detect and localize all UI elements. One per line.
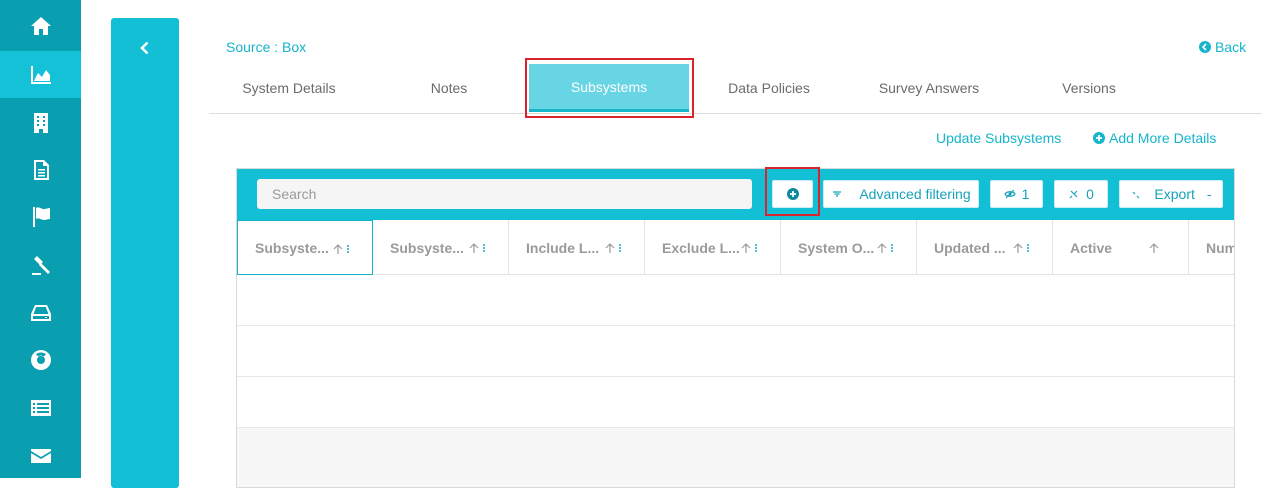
table-row <box>237 377 1234 428</box>
column-header-label: Include L... <box>526 239 600 256</box>
lifebuoy-icon <box>30 349 51 370</box>
back-link[interactable]: Back <box>1199 39 1246 55</box>
collapse-panel <box>111 18 179 488</box>
hidden-columns-count: 1 <box>1021 186 1030 202</box>
update-subsystems-link[interactable]: Update Subsystems <box>936 130 1061 146</box>
add-more-details-link[interactable]: Add More Details <box>1093 130 1216 146</box>
arrow-circle-left-icon <box>1199 41 1211 53</box>
column-header-system-owner[interactable]: System O... <box>781 220 917 275</box>
add-row-button[interactable] <box>772 180 813 208</box>
sort-arrow-icon[interactable] <box>1148 242 1170 254</box>
grid-empty-area <box>237 428 1234 487</box>
chevron-left-icon[interactable] <box>137 40 153 56</box>
tab-data-policies[interactable]: Data Policies <box>689 64 849 112</box>
sort-arrow-icon[interactable] <box>332 243 354 255</box>
sort-arrow-icon[interactable] <box>1012 242 1034 254</box>
plus-circle-icon <box>786 188 799 200</box>
column-header-number[interactable]: Num <box>1189 220 1235 275</box>
add-more-details-label: Add More Details <box>1109 130 1217 146</box>
table-row <box>237 275 1234 326</box>
export-label: Export <box>1154 186 1195 202</box>
column-header-updated[interactable]: Updated ... <box>917 220 1053 275</box>
eye-slash-icon <box>1003 189 1016 199</box>
sort-arrow-icon[interactable] <box>468 242 490 254</box>
list-icon <box>30 399 51 416</box>
gavel-icon <box>31 255 50 275</box>
tab-subsystems[interactable]: Subsystems <box>529 64 689 112</box>
table-row <box>237 326 1234 377</box>
nav-messages[interactable] <box>0 432 81 479</box>
tab-bar: System Details Notes Subsystems Data Pol… <box>209 64 1262 114</box>
area-chart-icon <box>30 65 51 84</box>
tab-system-details[interactable]: System Details <box>209 64 369 112</box>
sort-arrow-icon[interactable] <box>876 242 898 254</box>
advanced-filtering-label: Advanced filtering <box>859 186 971 202</box>
nav-lists[interactable] <box>0 384 81 431</box>
subsystems-grid: Advanced filtering 1 0 Export - Subsyste… <box>236 168 1235 488</box>
column-header-label: Subsyste... <box>255 239 329 256</box>
home-icon <box>30 16 51 35</box>
sort-arrow-icon[interactable] <box>604 242 626 254</box>
nav-support[interactable] <box>0 336 81 383</box>
nav-systems[interactable] <box>0 51 81 98</box>
nav-home[interactable] <box>0 2 81 49</box>
grid-toolbar: Advanced filtering 1 0 Export - <box>237 169 1234 220</box>
nav-legal[interactable] <box>0 241 81 288</box>
export-icon <box>1132 191 1140 199</box>
column-header-label: Updated ... <box>934 239 1006 256</box>
column-header-subsystem-type[interactable]: Subsyste... <box>373 220 509 275</box>
back-label: Back <box>1215 39 1247 55</box>
hidden-columns-button[interactable]: 1 <box>990 180 1043 208</box>
pinned-columns-button[interactable]: 0 <box>1054 180 1108 208</box>
building-icon <box>33 112 48 133</box>
export-button[interactable]: Export - <box>1119 180 1223 208</box>
pin-icon <box>1069 190 1078 199</box>
envelope-icon <box>30 448 51 463</box>
filter-icon <box>833 191 842 197</box>
flag-icon <box>32 206 50 227</box>
grid-header-row: Subsyste... Subsyste... Include L... Exc… <box>237 220 1235 275</box>
column-header-label: Num <box>1206 239 1235 256</box>
nav-documents[interactable] <box>0 146 81 193</box>
nav-organization[interactable] <box>0 99 81 146</box>
side-navigation <box>0 0 81 478</box>
source-label[interactable]: Source : Box <box>226 39 306 55</box>
column-header-label: Exclude L... <box>662 239 740 256</box>
minus-icon: - <box>1206 186 1212 202</box>
column-header-label: System O... <box>798 239 875 256</box>
search-input[interactable] <box>257 179 752 209</box>
column-header-subsystem-name[interactable]: Subsyste... <box>237 220 373 275</box>
tab-versions[interactable]: Versions <box>1009 64 1169 112</box>
document-icon <box>33 159 49 180</box>
column-header-exclude[interactable]: Exclude L... <box>645 220 781 275</box>
tab-survey-answers[interactable]: Survey Answers <box>849 64 1009 112</box>
tab-notes[interactable]: Notes <box>369 64 529 112</box>
hard-drive-icon <box>30 304 51 321</box>
pinned-columns-count: 0 <box>1086 186 1094 202</box>
plus-circle-icon <box>1093 132 1105 144</box>
nav-storage[interactable] <box>0 289 81 336</box>
nav-flags[interactable] <box>0 193 81 240</box>
sort-arrow-icon[interactable] <box>740 242 762 254</box>
column-header-label: Active <box>1070 239 1113 256</box>
column-header-include[interactable]: Include L... <box>509 220 645 275</box>
advanced-filtering-button[interactable]: Advanced filtering <box>823 180 979 208</box>
column-header-label: Subsyste... <box>390 239 464 256</box>
column-header-active[interactable]: Active <box>1053 220 1189 275</box>
